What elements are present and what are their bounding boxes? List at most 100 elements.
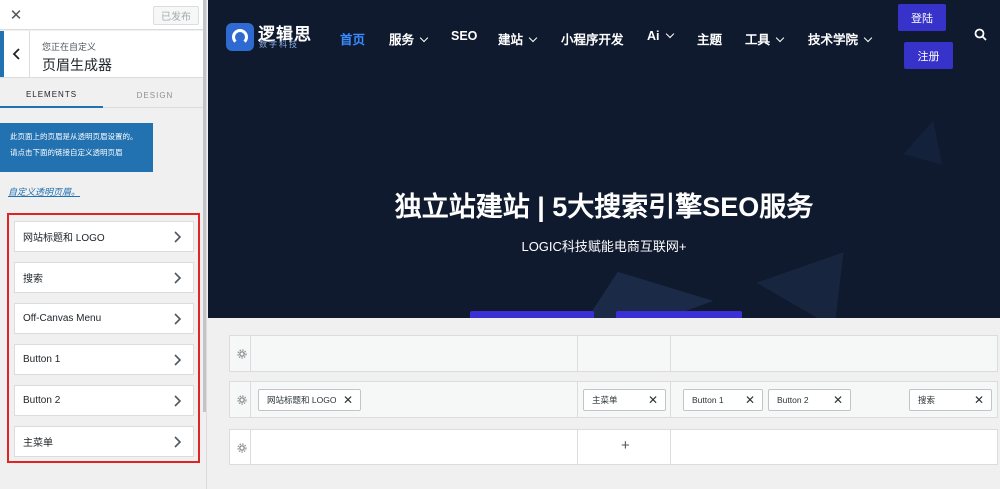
builder-row-top[interactable] <box>229 335 998 372</box>
row-divider <box>250 382 251 417</box>
hero-cta-button[interactable] <box>470 311 594 318</box>
row-divider <box>577 430 578 464</box>
chevron-left-icon <box>12 48 20 60</box>
nav-item-label: SEO <box>451 29 478 43</box>
builder-chip-button-2[interactable]: Button 2 ✕ <box>768 389 851 411</box>
row-divider <box>577 336 578 371</box>
tab-design[interactable]: DESIGN <box>103 82 206 108</box>
chip-label: 搜索 <box>918 395 936 405</box>
chevron-down-icon <box>419 33 429 43</box>
nav-item-label: Ai <box>647 29 660 43</box>
builder-row-main[interactable]: 网站标题和 LOGO ✕ 主菜单 ✕ Button 1 ✕ Button 2 ✕… <box>229 381 998 418</box>
sidebar-top-bar: ✕ 已发布 <box>0 0 206 30</box>
add-element-button[interactable]: + <box>621 437 630 454</box>
element-list: 网站标题和 LOGO 搜索 Off-Canvas Menu Button 1 B… <box>7 213 200 463</box>
chip-label: Button 2 <box>777 395 809 405</box>
row-divider <box>670 336 671 371</box>
nav-item-label: 工具 <box>745 33 771 47</box>
builder-chip-search[interactable]: 搜索 ✕ <box>909 389 992 411</box>
nav-item-services[interactable]: 服务 <box>389 29 429 48</box>
nav-item-label: 主题 <box>697 33 723 47</box>
notice-line-2: 请点击下面的链接自定义透明页眉 <box>10 148 123 157</box>
builder-row-bottom[interactable]: + <box>229 429 998 465</box>
chip-label: Button 1 <box>692 395 724 405</box>
close-icon[interactable]: ✕ <box>745 393 755 407</box>
close-icon[interactable]: ✕ <box>0 0 32 30</box>
chip-label: 主菜单 <box>592 395 618 405</box>
hero-subtitle: LOGIC科技赋能电商互联网+ <box>521 239 687 254</box>
builder-chip-site-title-logo[interactable]: 网站标题和 LOGO ✕ <box>258 389 361 411</box>
builder-chip-button-1[interactable]: Button 1 ✕ <box>683 389 763 411</box>
chevron-right-icon <box>174 272 182 284</box>
chevron-right-icon <box>174 313 182 325</box>
nav-item-website[interactable]: 建站 <box>498 29 538 48</box>
chevron-down-icon <box>863 33 873 43</box>
element-item-off-canvas-menu[interactable]: Off-Canvas Menu <box>14 303 194 334</box>
tab-bar: ELEMENTS DESIGN <box>0 82 206 108</box>
chevron-right-icon <box>174 354 182 366</box>
login-button[interactable]: 登陆 <box>898 4 946 31</box>
publish-button[interactable]: 已发布 <box>153 6 199 25</box>
nav-item-label: 服务 <box>389 33 415 47</box>
element-item-label: Off-Canvas Menu <box>23 313 102 324</box>
tab-elements[interactable]: ELEMENTS <box>0 82 103 108</box>
nav-item-home[interactable]: 首页 <box>340 29 365 48</box>
element-item-label: 主菜单 <box>23 438 53 449</box>
back-button[interactable] <box>0 31 30 77</box>
nav-item-academy[interactable]: 技术学院 <box>808 29 873 48</box>
chevron-down-icon <box>528 33 538 43</box>
site-logo-subtitle: 数字科技 <box>259 40 299 49</box>
search-icon[interactable] <box>974 28 987 41</box>
nav-item-seo[interactable]: SEO <box>451 29 477 43</box>
close-icon[interactable]: ✕ <box>833 393 843 407</box>
chip-label: 网站标题和 LOGO <box>267 395 337 405</box>
register-button[interactable]: 注册 <box>904 42 953 69</box>
customizing-label: 您正在自定义 <box>42 42 97 52</box>
row-divider <box>250 336 251 371</box>
element-item-label: Button 2 <box>23 395 61 406</box>
element-item-label: 网站标题和 LOGO <box>23 233 105 244</box>
nav-item-label: 首页 <box>340 33 366 47</box>
row-divider <box>670 430 671 464</box>
element-item-site-title-logo[interactable]: 网站标题和 LOGO <box>14 221 194 252</box>
row-divider <box>670 382 671 417</box>
builder-chip-primary-menu[interactable]: 主菜单 ✕ <box>583 389 666 411</box>
element-item-label: Button 1 <box>23 354 61 365</box>
gear-icon[interactable] <box>237 349 247 359</box>
nav-item-mini-program[interactable]: 小程序开发 <box>561 29 624 48</box>
row-divider <box>577 382 578 417</box>
close-icon[interactable]: ✕ <box>648 393 658 407</box>
chevron-right-icon <box>174 231 182 243</box>
row-divider <box>250 430 251 464</box>
hero-title: 独立站建站 | 5大搜索引擎SEO服务 <box>394 192 814 222</box>
nav-item-themes[interactable]: 主题 <box>697 29 722 48</box>
gear-icon[interactable] <box>237 443 247 453</box>
header-builder-panel: 网站标题和 LOGO ✕ 主菜单 ✕ Button 1 ✕ Button 2 ✕… <box>208 318 1000 489</box>
nav-item-tools[interactable]: 工具 <box>745 29 785 48</box>
transparent-header-notice: 此页面上的页眉是从透明页眉设置的。 请点击下面的链接自定义透明页眉 <box>0 123 153 172</box>
element-item-search[interactable]: 搜索 <box>14 262 194 293</box>
sidebar-scrollbar[interactable] <box>203 0 206 412</box>
chevron-right-icon <box>174 436 182 448</box>
chevron-right-icon <box>174 395 182 407</box>
chevron-down-icon <box>665 29 674 39</box>
customizer-sidebar: ✕ 已发布 您正在自定义 页眉生成器 ELEMENTS DESIGN 此页面上的… <box>0 0 207 489</box>
site-logo-icon[interactable] <box>226 23 254 51</box>
nav-item-label: 建站 <box>498 33 524 47</box>
element-item-button-1[interactable]: Button 1 <box>14 344 194 375</box>
element-item-label: 搜索 <box>23 274 43 285</box>
close-icon[interactable]: ✕ <box>343 393 353 407</box>
customize-transparent-header-link[interactable]: 自定义透明页眉。 <box>8 185 80 198</box>
nav-item-label: 小程序开发 <box>561 33 624 47</box>
hero-decoration <box>542 244 714 318</box>
element-item-button-2[interactable]: Button 2 <box>14 385 194 416</box>
element-item-primary-menu[interactable]: 主菜单 <box>14 426 194 457</box>
nav-item-ai[interactable]: Ai <box>647 29 674 43</box>
notice-line-1: 此页面上的页眉是从透明页眉设置的。 <box>10 132 138 141</box>
site-preview-hero: 逻辑思 数字科技 首页 服务 SEO 建站 小程序开发 Ai 主题 工具 技术学… <box>208 0 1000 318</box>
hero-cta-button[interactable] <box>616 311 742 318</box>
close-icon[interactable]: ✕ <box>974 393 984 407</box>
section-header: 您正在自定义 页眉生成器 <box>0 31 206 78</box>
gear-icon[interactable] <box>237 395 247 405</box>
chevron-down-icon <box>775 33 785 43</box>
